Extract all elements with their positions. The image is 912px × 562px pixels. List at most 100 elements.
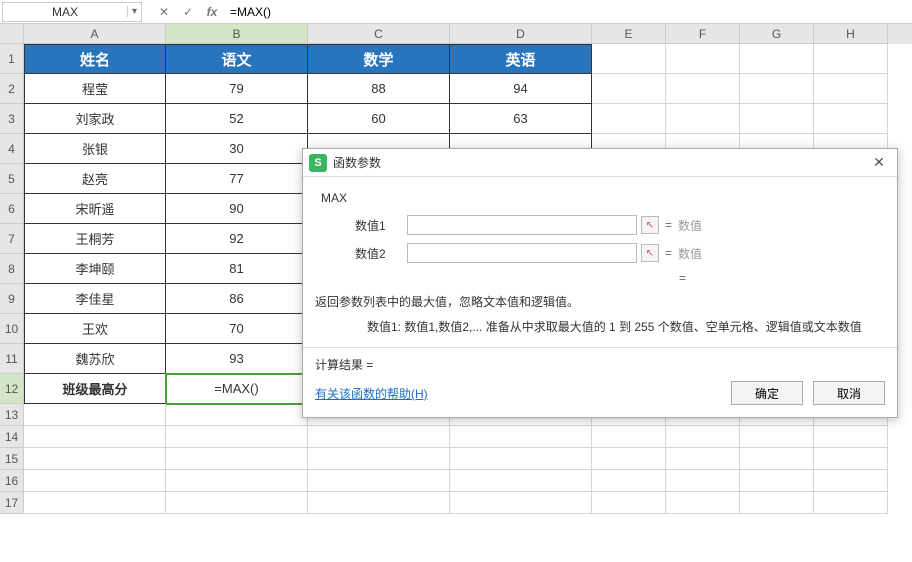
- cell-B1[interactable]: 语文: [166, 44, 308, 74]
- cell-F3[interactable]: [666, 104, 740, 134]
- help-link[interactable]: 有关该函数的帮助(H): [315, 385, 428, 402]
- param-input-2[interactable]: [407, 243, 637, 263]
- cell-H15[interactable]: [814, 448, 888, 470]
- range-picker-icon[interactable]: ↖: [641, 244, 659, 262]
- cell-C2[interactable]: 88: [308, 74, 450, 104]
- cell-F2[interactable]: [666, 74, 740, 104]
- cell-B6[interactable]: 90: [166, 194, 308, 224]
- cell-D3[interactable]: 63: [450, 104, 592, 134]
- cell-A7[interactable]: 王桐芳: [24, 224, 166, 254]
- row-header-7[interactable]: 7: [0, 224, 24, 254]
- cell-D1[interactable]: 英语: [450, 44, 592, 74]
- cell-C16[interactable]: [308, 470, 450, 492]
- col-header-G[interactable]: G: [740, 24, 814, 44]
- row-header-5[interactable]: 5: [0, 164, 24, 194]
- col-header-H[interactable]: H: [814, 24, 888, 44]
- cell-B14[interactable]: [166, 426, 308, 448]
- cell-G1[interactable]: [740, 44, 814, 74]
- col-header-A[interactable]: A: [24, 24, 166, 44]
- cell-H1[interactable]: [814, 44, 888, 74]
- row-header-1[interactable]: 1: [0, 44, 24, 74]
- cell-D16[interactable]: [450, 470, 592, 492]
- cell-A12[interactable]: 班级最高分: [24, 374, 166, 404]
- cell-B9[interactable]: 86: [166, 284, 308, 314]
- row-header-9[interactable]: 9: [0, 284, 24, 314]
- cell-A6[interactable]: 宋昕遥: [24, 194, 166, 224]
- cell-F14[interactable]: [666, 426, 740, 448]
- cell-H17[interactable]: [814, 492, 888, 514]
- cell-B11[interactable]: 93: [166, 344, 308, 374]
- col-header-D[interactable]: D: [450, 24, 592, 44]
- fx-icon[interactable]: fx: [204, 4, 220, 20]
- col-header-B[interactable]: B: [166, 24, 308, 44]
- cell-A10[interactable]: 王欢: [24, 314, 166, 344]
- dialog-titlebar[interactable]: S 函数参数 ✕: [303, 149, 897, 177]
- cell-A17[interactable]: [24, 492, 166, 514]
- cell-G2[interactable]: [740, 74, 814, 104]
- row-header-3[interactable]: 3: [0, 104, 24, 134]
- cell-C17[interactable]: [308, 492, 450, 514]
- cell-C14[interactable]: [308, 426, 450, 448]
- cell-A1[interactable]: 姓名: [24, 44, 166, 74]
- cell-G3[interactable]: [740, 104, 814, 134]
- cell-F16[interactable]: [666, 470, 740, 492]
- cell-B8[interactable]: 81: [166, 254, 308, 284]
- cell-H2[interactable]: [814, 74, 888, 104]
- cell-E2[interactable]: [592, 74, 666, 104]
- cell-F1[interactable]: [666, 44, 740, 74]
- cell-A5[interactable]: 赵亮: [24, 164, 166, 194]
- name-box[interactable]: MAX ▾: [2, 2, 142, 22]
- close-icon[interactable]: ✕: [867, 154, 891, 171]
- cell-A3[interactable]: 刘家政: [24, 104, 166, 134]
- cell-A11[interactable]: 魏苏欣: [24, 344, 166, 374]
- cell-A9[interactable]: 李佳星: [24, 284, 166, 314]
- cell-E17[interactable]: [592, 492, 666, 514]
- cell-F17[interactable]: [666, 492, 740, 514]
- cell-B16[interactable]: [166, 470, 308, 492]
- cell-H16[interactable]: [814, 470, 888, 492]
- col-header-F[interactable]: F: [666, 24, 740, 44]
- cell-A2[interactable]: 程莹: [24, 74, 166, 104]
- cell-B12[interactable]: =MAX(): [166, 374, 308, 404]
- cell-A16[interactable]: [24, 470, 166, 492]
- cell-D15[interactable]: [450, 448, 592, 470]
- cell-B4[interactable]: 30: [166, 134, 308, 164]
- cancel-button[interactable]: 取消: [813, 381, 885, 405]
- chevron-down-icon[interactable]: ▾: [127, 6, 141, 17]
- row-header-11[interactable]: 11: [0, 344, 24, 374]
- col-header-E[interactable]: E: [592, 24, 666, 44]
- row-header-4[interactable]: 4: [0, 134, 24, 164]
- cell-E14[interactable]: [592, 426, 666, 448]
- cell-H3[interactable]: [814, 104, 888, 134]
- col-header-C[interactable]: C: [308, 24, 450, 44]
- cell-A4[interactable]: 张银: [24, 134, 166, 164]
- cell-G14[interactable]: [740, 426, 814, 448]
- cell-H14[interactable]: [814, 426, 888, 448]
- param-input-1[interactable]: [407, 215, 637, 235]
- cell-G17[interactable]: [740, 492, 814, 514]
- cell-E3[interactable]: [592, 104, 666, 134]
- cell-B2[interactable]: 79: [166, 74, 308, 104]
- cell-C1[interactable]: 数学: [308, 44, 450, 74]
- cell-G15[interactable]: [740, 448, 814, 470]
- row-header-15[interactable]: 15: [0, 448, 24, 470]
- cell-F15[interactable]: [666, 448, 740, 470]
- ok-button[interactable]: 确定: [731, 381, 803, 405]
- row-header-12[interactable]: 12: [0, 374, 24, 404]
- range-picker-icon[interactable]: ↖: [641, 216, 659, 234]
- formula-input[interactable]: [230, 2, 912, 22]
- row-header-8[interactable]: 8: [0, 254, 24, 284]
- cell-C3[interactable]: 60: [308, 104, 450, 134]
- cancel-icon[interactable]: ✕: [156, 4, 172, 20]
- cell-D17[interactable]: [450, 492, 592, 514]
- row-header-16[interactable]: 16: [0, 470, 24, 492]
- row-header-13[interactable]: 13: [0, 404, 24, 426]
- row-header-14[interactable]: 14: [0, 426, 24, 448]
- cell-B5[interactable]: 77: [166, 164, 308, 194]
- row-header-2[interactable]: 2: [0, 74, 24, 104]
- cell-C15[interactable]: [308, 448, 450, 470]
- cell-A15[interactable]: [24, 448, 166, 470]
- row-header-10[interactable]: 10: [0, 314, 24, 344]
- cell-B13[interactable]: [166, 404, 308, 426]
- cell-G16[interactable]: [740, 470, 814, 492]
